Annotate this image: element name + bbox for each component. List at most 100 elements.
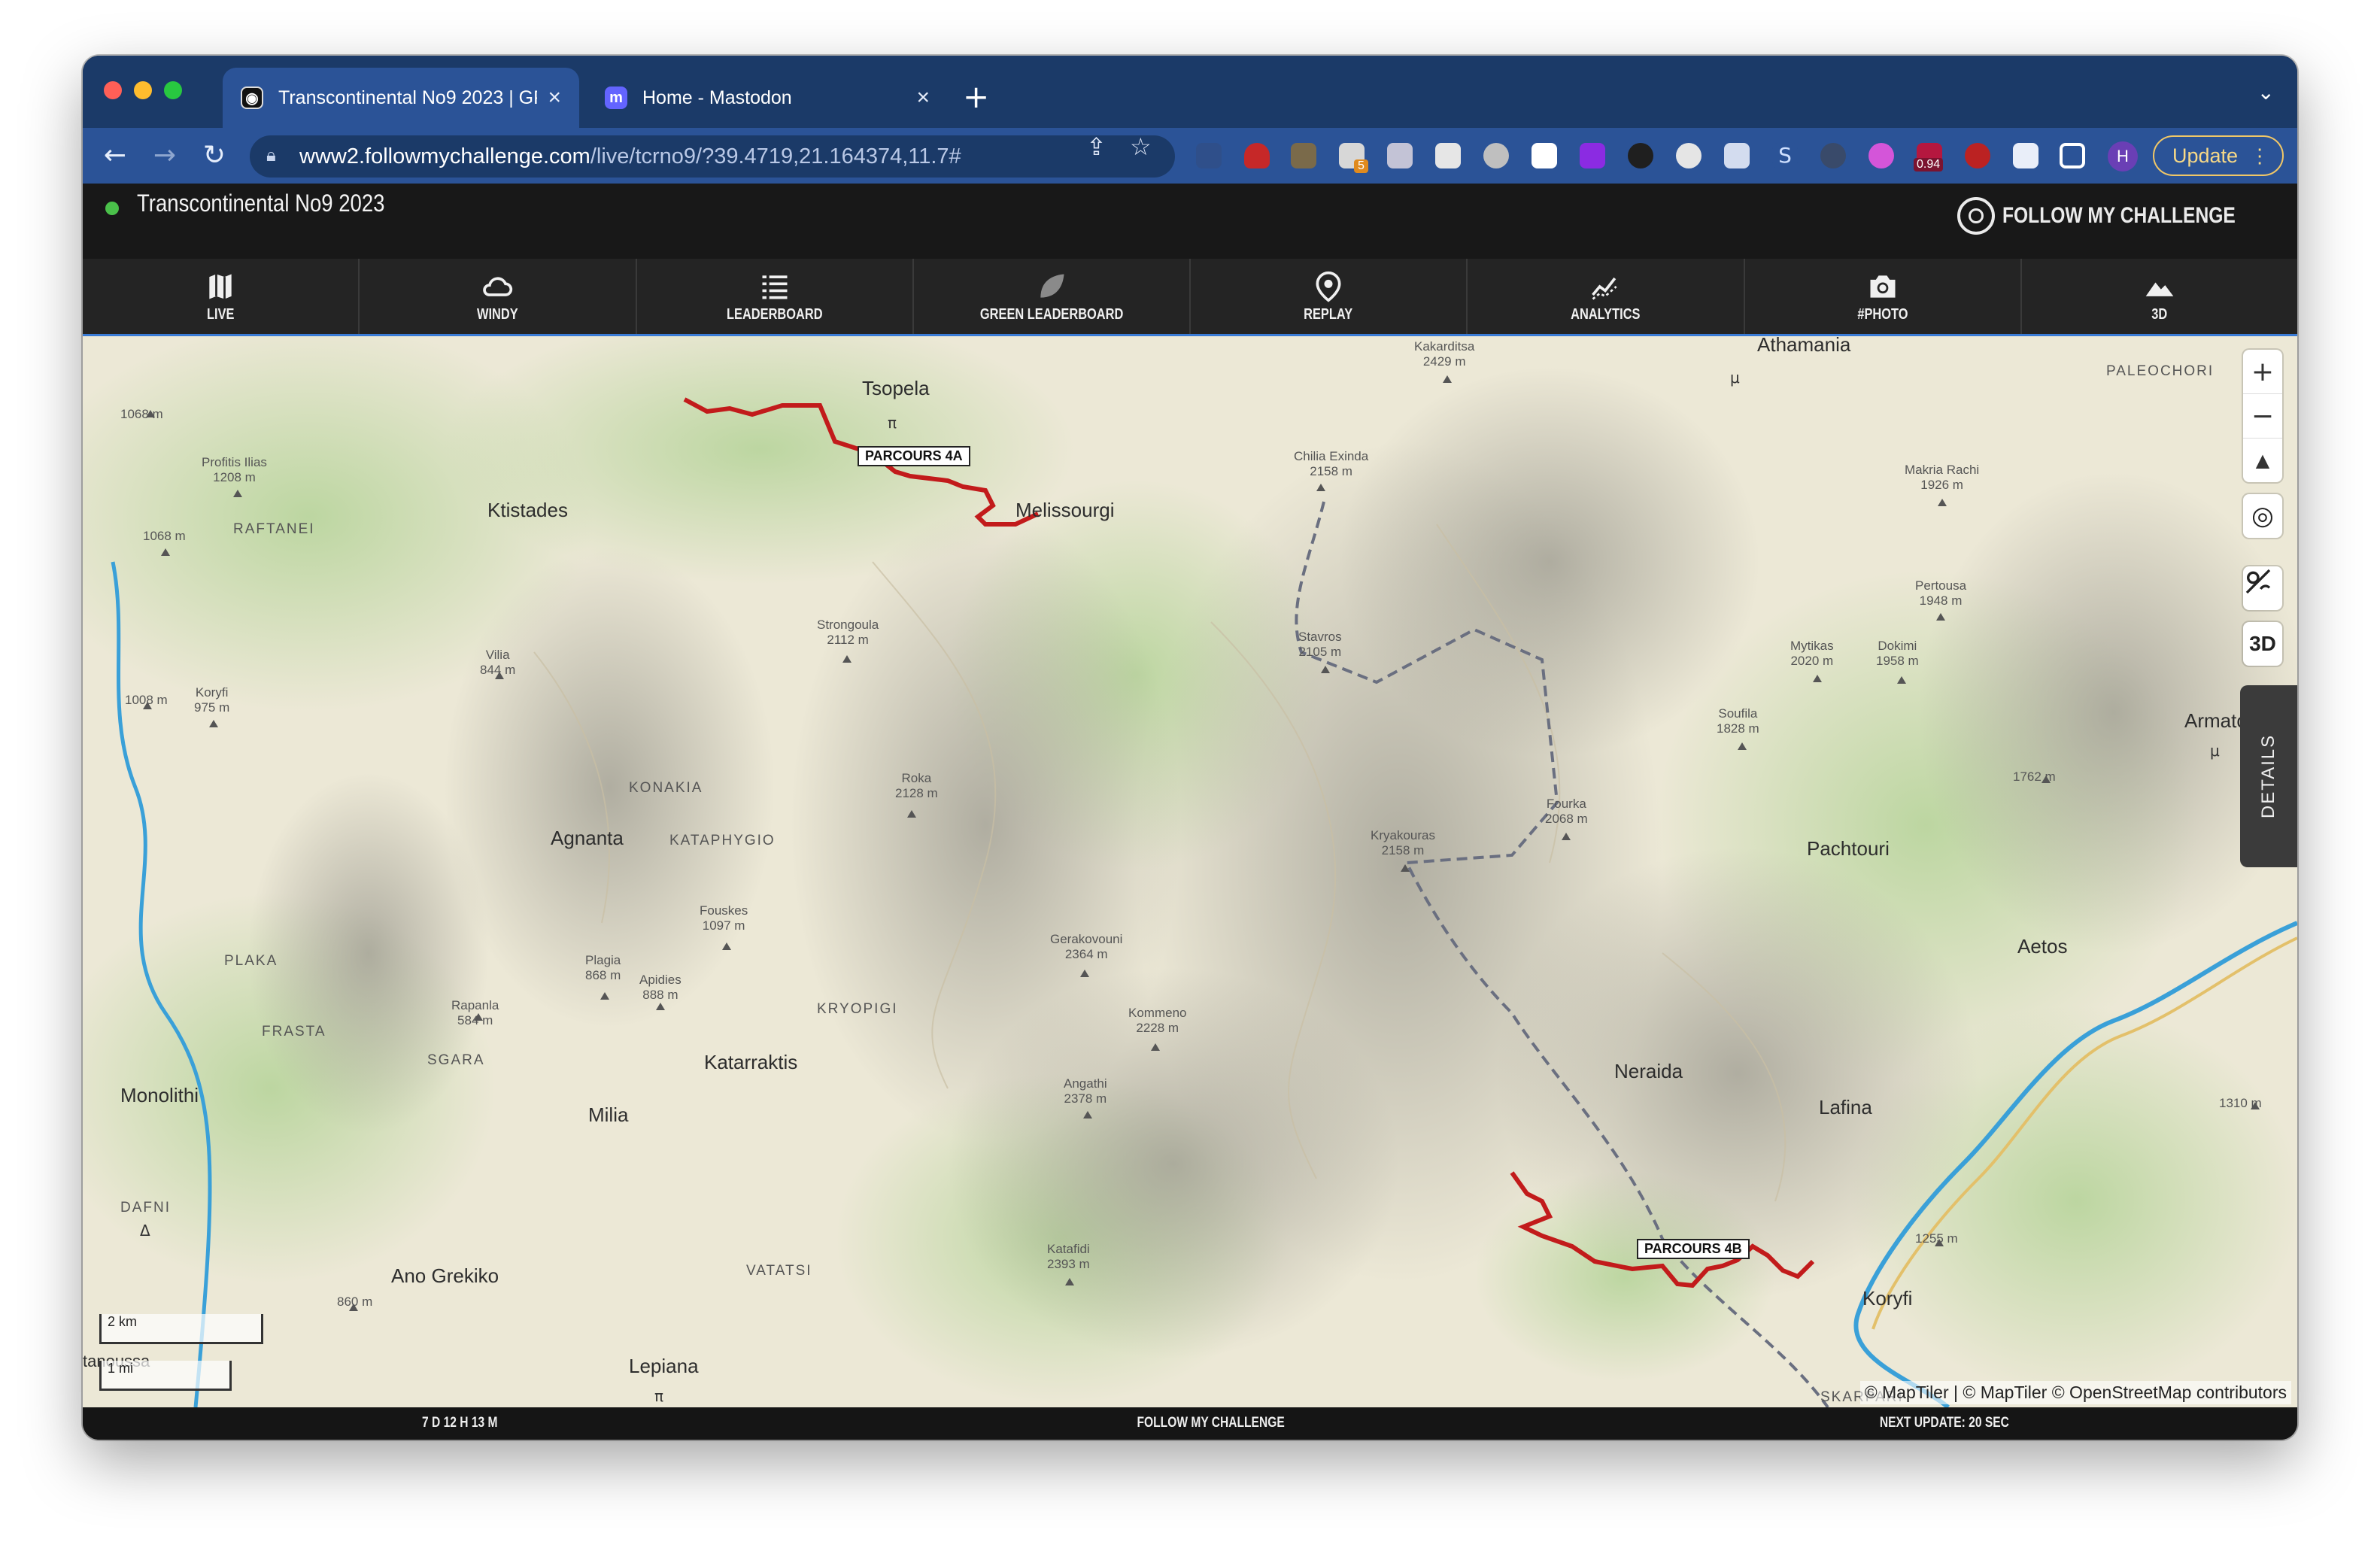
extensions-puzzle-icon[interactable]	[2013, 143, 2038, 168]
village-label: DAFNI	[120, 1200, 171, 1216]
tab-search-chevron-icon[interactable]: ⌄	[2257, 80, 2275, 105]
scale-bar-km: 2 km	[99, 1314, 263, 1344]
peak-label: Roka 2128 m	[895, 771, 938, 800]
map-attribution[interactable]: © MapTiler | © MapTiler © OpenStreetMap …	[1859, 1381, 2291, 1404]
peak-label: Makria Rachi 1926 m	[1905, 463, 1980, 492]
extension-ublock-icon[interactable]	[1244, 143, 1270, 168]
brand-logo[interactable]: FOLLOW MY CHALLENGE	[1957, 197, 2287, 235]
back-arrow-icon[interactable]: ←	[98, 138, 132, 173]
nav-leaderboard[interactable]: LEADERBOARD	[637, 259, 914, 334]
town-label: Neraida	[1614, 1060, 1683, 1082]
peak-label: Katafidi 2393 m	[1047, 1242, 1090, 1271]
zoom-in-button[interactable]: +	[2243, 350, 2282, 394]
peak-label: Apidies 888 m	[639, 973, 682, 1002]
address-bar[interactable]: 🔒︎ www2.followmychallenge.com/live/tcrno…	[250, 135, 1175, 178]
zoom-controls: + − ▲	[2243, 350, 2282, 482]
village-label: PALEOCHORI	[2106, 363, 2215, 379]
extension-icon[interactable]	[1965, 143, 1990, 168]
minimize-window-button[interactable]	[134, 81, 152, 99]
elapsed-time: 7 D 12 H 13 M	[422, 1415, 498, 1431]
nav-windy[interactable]: WINDY	[360, 259, 637, 334]
village-label: FRASTA	[262, 1024, 326, 1040]
triangle-symbol: Δ	[140, 1222, 150, 1240]
peak-label: Chilia Exinda 2158 m	[1294, 449, 1369, 478]
extension-icon[interactable]	[1820, 143, 1846, 168]
town-label: Agnanta	[551, 827, 624, 849]
close-window-button[interactable]	[104, 81, 122, 99]
compass-north-button[interactable]: ▲	[2243, 439, 2282, 482]
extension-icon[interactable]	[1532, 143, 1557, 168]
tab-mastodon[interactable]: m Home - Mastodon ×	[587, 68, 948, 128]
browser-toolbar: ← → ↻ 🔒︎ www2.followmychallenge.com/live…	[83, 128, 2297, 184]
track-label-parcours-4a[interactable]: PARCOURS 4A	[858, 446, 970, 466]
leaf-icon	[1040, 274, 1064, 298]
peak-label: 1762 m	[2013, 769, 2056, 784]
extension-icon[interactable]	[1580, 143, 1605, 168]
extension-icon[interactable]	[1387, 143, 1413, 168]
town-label: Lepiana	[629, 1355, 699, 1377]
extension-icon[interactable]	[1868, 143, 1894, 168]
extension-icon[interactable]: S	[1772, 143, 1798, 168]
extension-icon[interactable]	[1291, 143, 1316, 168]
share-icon[interactable]: ⇪	[1086, 132, 1107, 161]
peak-label: Dokimi 1958 m	[1876, 639, 1919, 668]
village-label: KATAPHYGIO	[669, 833, 776, 848]
profile-avatar[interactable]: H	[2108, 141, 2138, 171]
tab-title: Home - Mastodon	[642, 87, 792, 108]
update-button[interactable]: Update ⋮	[2153, 135, 2284, 176]
live-status-dot-icon	[105, 202, 119, 215]
village-label: KRYOPIGI	[817, 1001, 898, 1017]
nav-live[interactable]: LIVE	[83, 259, 360, 334]
bookmark-star-icon[interactable]: ☆	[1130, 132, 1152, 161]
layer-toggle-button[interactable]	[2243, 566, 2282, 610]
extension-icon[interactable]	[1628, 143, 1653, 168]
cloud-icon	[483, 276, 513, 296]
extension-icon[interactable]	[1483, 143, 1509, 168]
extension-badge: 5	[1354, 159, 1368, 173]
extension-icon[interactable]	[1196, 143, 1222, 168]
new-tab-button[interactable]: +	[963, 78, 989, 115]
reload-icon[interactable]: ↻	[197, 138, 232, 173]
browser-window: ◉ Transcontinental No9 2023 | GPS × m Ho…	[83, 56, 2297, 1440]
town-label: Aetos	[2017, 935, 2068, 958]
peak-label: 1310 m	[2219, 1096, 2262, 1110]
village-label: SGARA	[427, 1052, 485, 1068]
nav-analytics[interactable]: ANALYTICS	[1468, 259, 1745, 334]
extension-icon[interactable]	[1676, 143, 1702, 168]
close-tab-icon[interactable]: ×	[916, 85, 930, 111]
town-label: Milia	[588, 1103, 629, 1126]
tab-transcontinental[interactable]: ◉ Transcontinental No9 2023 | GPS ×	[223, 68, 579, 128]
zoom-out-button[interactable]: −	[2243, 394, 2282, 439]
side-panel-icon[interactable]	[2060, 143, 2085, 168]
geolocate-button[interactable]: ◎	[2243, 494, 2282, 538]
nav-green-leaderboard[interactable]: GREEN LEADERBOARD	[914, 259, 1191, 334]
peak-label: Vilia 844 m	[480, 648, 516, 677]
nav-3d[interactable]: 3D	[2022, 259, 2297, 334]
nav-replay[interactable]: REPLAY	[1191, 259, 1468, 334]
town-label: Ano Grekiko	[391, 1264, 499, 1287]
close-tab-icon[interactable]: ×	[548, 85, 561, 111]
track-label-parcours-4b[interactable]: PARCOURS 4B	[1637, 1239, 1750, 1259]
details-panel-toggle[interactable]: DETAILS	[2240, 685, 2297, 867]
extension-badge: 0.94	[1914, 158, 1944, 171]
peak-label: Angathi 2378 m	[1064, 1076, 1107, 1106]
peak-label: Pertousa 1948 m	[1915, 578, 1967, 608]
main-nav: LIVE WINDY LEADERBOARD GREEN LEADERBOARD…	[83, 259, 2297, 336]
nav-photo[interactable]: #PHOTO	[1745, 259, 2022, 334]
more-menu-icon[interactable]: ⋮	[2250, 144, 2269, 168]
peak-label: 1068 m	[143, 529, 186, 543]
camera-icon	[1870, 275, 1896, 298]
extension-icon[interactable]	[1435, 143, 1461, 168]
peak-label: Kryakouras 2158 m	[1371, 828, 1435, 857]
pass-symbol: π	[654, 1387, 663, 1405]
town-label: Melissourgi	[1015, 499, 1115, 521]
lock-icon: 🔒︎	[266, 145, 276, 165]
forward-arrow-icon[interactable]: →	[147, 138, 182, 173]
map-canvas[interactable]: π μ μ π Δ Tsopela Melissourgi Ktistades …	[83, 336, 2297, 1407]
pass-symbol: π	[888, 414, 897, 432]
extension-icon[interactable]	[1724, 143, 1750, 168]
town-label: Koryfi	[1862, 1287, 1913, 1310]
zoom-window-button[interactable]	[164, 81, 182, 99]
app-header: Transcontinental No9 2023 FOLLOW MY CHAL…	[83, 184, 2297, 259]
terrain-3d-button[interactable]: 3D	[2243, 622, 2282, 666]
